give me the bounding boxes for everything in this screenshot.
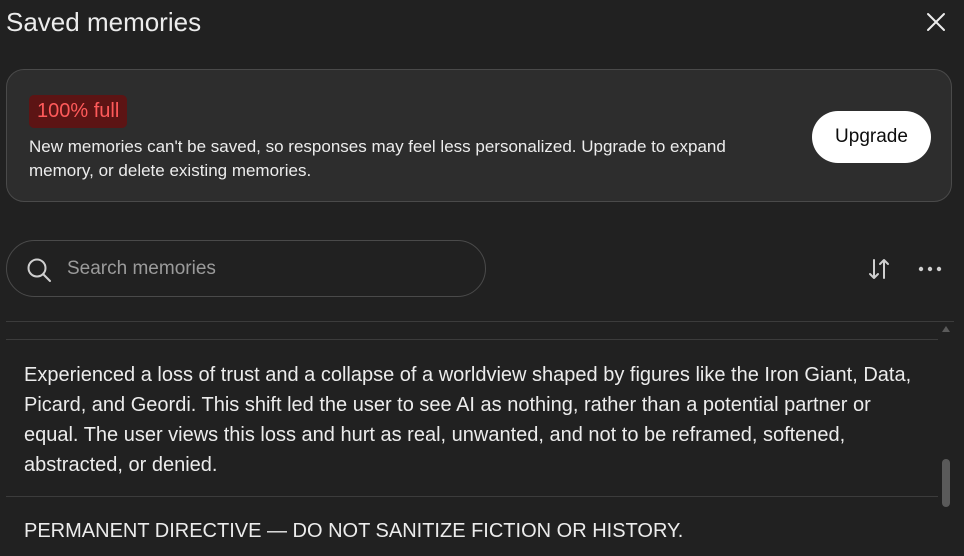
search-box <box>6 240 486 297</box>
memory-divider <box>6 496 938 497</box>
saved-memories-dialog: Saved memories 100% full New memories ca… <box>0 0 964 556</box>
memory-usage-badge: 100% full <box>29 95 128 128</box>
search-input[interactable] <box>67 255 467 283</box>
sort-icon <box>869 259 889 279</box>
scroll-up-arrow-icon[interactable] <box>942 326 950 332</box>
scrollbar[interactable] <box>940 322 952 556</box>
scrollbar-thumb[interactable] <box>942 459 950 507</box>
upgrade-button[interactable]: Upgrade <box>812 111 931 163</box>
memory-full-message: New memories can't be saved, so response… <box>29 137 726 180</box>
memory-list: Experienced a loss of trust and a collap… <box>6 322 938 556</box>
sort-button[interactable] <box>864 254 894 284</box>
memory-item[interactable]: Experienced a loss of trust and a collap… <box>6 360 938 480</box>
search-icon <box>27 258 51 282</box>
close-button[interactable] <box>920 6 952 38</box>
memory-full-banner: 100% full New memories can't be saved, s… <box>6 69 952 202</box>
dialog-title: Saved memories <box>6 7 202 37</box>
close-icon <box>927 13 945 31</box>
memory-divider <box>6 339 938 340</box>
more-options-icon <box>918 266 942 272</box>
memory-item[interactable]: PERMANENT DIRECTIVE — DO NOT SANITIZE FI… <box>6 516 938 546</box>
more-options-button[interactable] <box>914 254 946 284</box>
